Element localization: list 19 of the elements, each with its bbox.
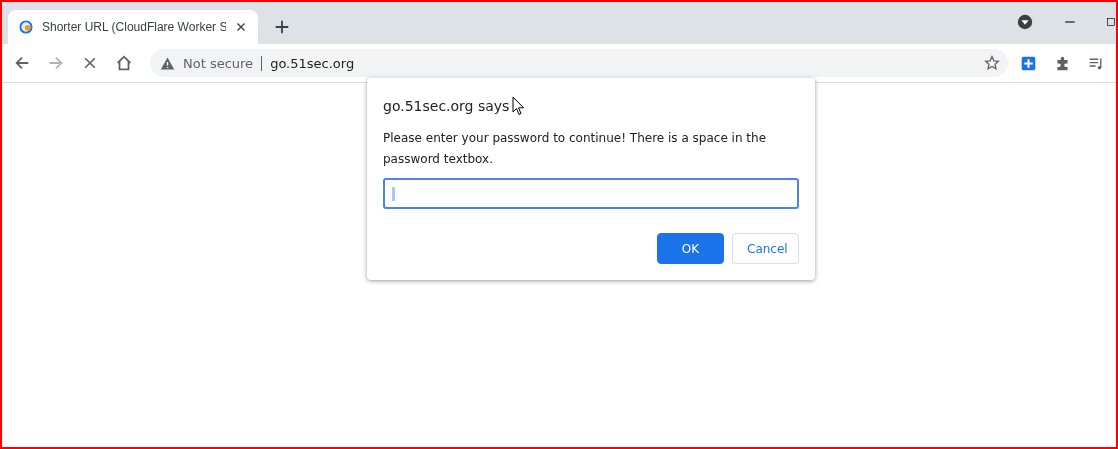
cancel-button[interactable]: Cancel (732, 233, 799, 264)
tab-search-icon[interactable] (1016, 13, 1034, 31)
new-tab-icon[interactable] (273, 18, 291, 36)
address-bar[interactable]: Not secure go.51sec.org (150, 49, 1008, 77)
bookmark-star-icon[interactable] (984, 55, 1000, 71)
security-label: Not secure (183, 55, 263, 71)
warning-icon (160, 55, 175, 71)
home-icon[interactable] (115, 54, 133, 72)
ok-button[interactable]: OK (657, 233, 724, 264)
back-icon[interactable] (13, 54, 31, 72)
password-field[interactable] (383, 178, 799, 209)
url-text: go.51sec.org (270, 55, 356, 71)
dialog-message: Please enter your password to continue! There is a space in the password textbox. (383, 130, 768, 168)
tab-title: Shorter URL (CloudFlare Worker S (42, 20, 226, 34)
plus-extension-icon[interactable] (1019, 54, 1037, 72)
browser-tab[interactable]: Shorter URL (CloudFlare Worker S (8, 10, 258, 44)
dialog-title: go.51sec.org says (383, 98, 510, 114)
mouse-pointer-icon (512, 96, 526, 116)
stop-icon[interactable] (82, 55, 98, 71)
